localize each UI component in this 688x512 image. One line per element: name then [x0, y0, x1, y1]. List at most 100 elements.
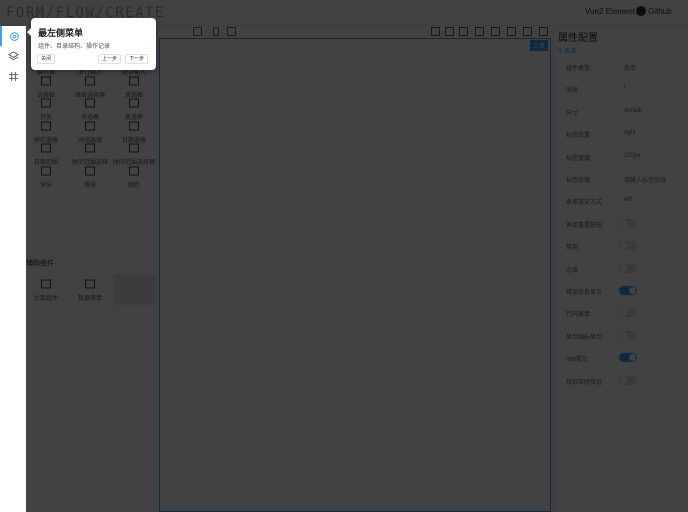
desktop-view-icon[interactable]	[193, 27, 202, 36]
config-switch[interactable]	[619, 218, 637, 228]
tour-close-button[interactable]: 关闭	[37, 54, 56, 64]
config-row-label: 标签位置	[566, 133, 591, 140]
config-row-label: 尺寸	[566, 110, 579, 117]
code-icon[interactable]	[431, 27, 440, 36]
calendar-icon	[41, 143, 51, 153]
config-row: 组件类型 表单	[554, 57, 688, 79]
config-row-value[interactable]: right	[624, 130, 636, 136]
rail-item-tree[interactable]	[0, 46, 26, 66]
mobile-view-icon[interactable]	[213, 27, 219, 36]
component-item[interactable]: 滑块	[68, 163, 112, 207]
config-switch[interactable]	[619, 330, 637, 340]
config-row-label: 行内表单	[566, 312, 591, 319]
config-row-value[interactable]: f	[624, 85, 626, 91]
config-row: 错误信息显示	[554, 281, 688, 303]
layers-icon	[7, 50, 19, 60]
aux-component-item[interactable]: 计数组件	[24, 276, 68, 320]
color-icon	[129, 166, 139, 175]
config-switch[interactable]	[619, 308, 637, 318]
config-row-value[interactable]: 请输入标签后缀	[624, 175, 666, 184]
export-icon[interactable]	[491, 27, 500, 36]
config-row-label: 组件类型	[566, 66, 591, 72]
save-icon[interactable]	[475, 27, 484, 36]
tree-icon	[41, 121, 51, 130]
vue-element-link[interactable]: Vue2 Element	[585, 7, 635, 16]
config-row: 行内表单	[554, 303, 688, 325]
component-label: 滑块	[83, 182, 96, 189]
rail-item-history[interactable]	[0, 66, 26, 86]
config-row-label: 禁用	[566, 245, 579, 252]
config-row: 表单重置按钮	[554, 214, 688, 236]
cascader-icon	[85, 76, 95, 85]
config-subtitle: ⚲ 表单	[558, 49, 577, 55]
date-icon	[129, 121, 139, 130]
config-switch[interactable]	[619, 353, 637, 363]
config-row-value[interactable]: default	[624, 108, 642, 114]
group-title-aux: 辅助组件	[26, 260, 54, 267]
form-canvas[interactable]: 工具	[159, 38, 551, 512]
sort-icon	[85, 143, 95, 153]
calc-icon	[41, 279, 51, 289]
config-row-label: 必填	[566, 267, 579, 274]
github-icon	[636, 6, 646, 16]
config-row-label: 标签宽度	[566, 155, 591, 162]
time-icon	[85, 121, 95, 130]
slider-icon	[85, 166, 95, 175]
config-row-label: 显示图标显示	[566, 334, 603, 341]
config-row: 标签后缀 请输入标签后缀	[554, 169, 688, 191]
table-icon	[85, 279, 95, 289]
checkbox-icon	[85, 98, 95, 108]
component-item[interactable]: 颜色	[112, 163, 156, 207]
config-row-label: 字段	[566, 88, 579, 95]
drag-placeholder	[113, 274, 156, 305]
component-label: 颜色	[127, 182, 140, 189]
config-subtitle-text: 表单	[564, 49, 577, 55]
config-row: 显示图标显示	[554, 326, 688, 348]
tour-description: 组件、目录结构、操作记录	[38, 44, 111, 50]
canvas-tag[interactable]: 工具	[529, 40, 548, 51]
tour-popover: 最左侧菜单 组件、目录结构、操作记录 关闭 上一步 下一步	[27, 18, 156, 70]
import-icon[interactable]	[523, 27, 532, 36]
config-row: 表单提交方式 left	[554, 191, 688, 213]
config-row-value[interactable]: 100px	[624, 153, 640, 159]
config-switch[interactable]	[619, 263, 637, 273]
config-row: 必填	[554, 259, 688, 281]
config-switch[interactable]	[619, 286, 637, 295]
config-panel: 属性配置 ⚲ 表单 组件类型 表单字段 f 尺寸 default 标签位置 right 标签宽…	[553, 26, 688, 512]
config-row: 尺寸 default	[554, 102, 688, 124]
copy-icon[interactable]	[507, 27, 516, 36]
check-icon	[129, 98, 139, 108]
config-row-value[interactable]: left	[624, 197, 632, 203]
config-row-label: 表单重置按钮	[566, 222, 603, 229]
monitor-view-icon[interactable]	[227, 27, 236, 36]
gear-icon	[9, 31, 19, 41]
config-row: 禁用	[554, 236, 688, 258]
radio-icon	[129, 76, 139, 85]
rail-item-components[interactable]	[0, 26, 26, 46]
config-row-value[interactable]: 表单	[624, 63, 636, 72]
github-link[interactable]: Github	[648, 7, 672, 16]
delete-icon[interactable]	[539, 27, 548, 36]
datetime-icon	[129, 143, 139, 153]
aux-component-label: 数据表单	[77, 296, 102, 302]
preview-icon[interactable]	[445, 27, 454, 36]
tour-next-button[interactable]: 下一步	[125, 54, 149, 64]
config-row-label: 标签后缀	[566, 178, 591, 184]
config-title: 属性配置	[558, 33, 598, 44]
component-label: 评分	[39, 182, 52, 189]
switch-icon	[41, 98, 51, 108]
config-row-label: 校验实时验证	[566, 379, 603, 386]
tour-title: 最左侧菜单	[38, 28, 84, 38]
config-row: Info提示	[554, 348, 688, 370]
json-icon[interactable]	[459, 27, 468, 36]
aux-component-item[interactable]: 数据表单	[68, 276, 112, 320]
config-switch[interactable]	[619, 375, 637, 385]
hash-icon	[8, 71, 18, 81]
tour-prev-button[interactable]: 上一步	[98, 54, 122, 64]
star-icon	[41, 166, 51, 175]
aux-component-label: 计数组件	[33, 296, 58, 302]
config-row: 校验实时验证	[554, 371, 688, 393]
config-switch[interactable]	[619, 241, 637, 251]
config-row-label: Info提示	[566, 357, 589, 364]
component-item[interactable]: 评分	[24, 163, 68, 207]
